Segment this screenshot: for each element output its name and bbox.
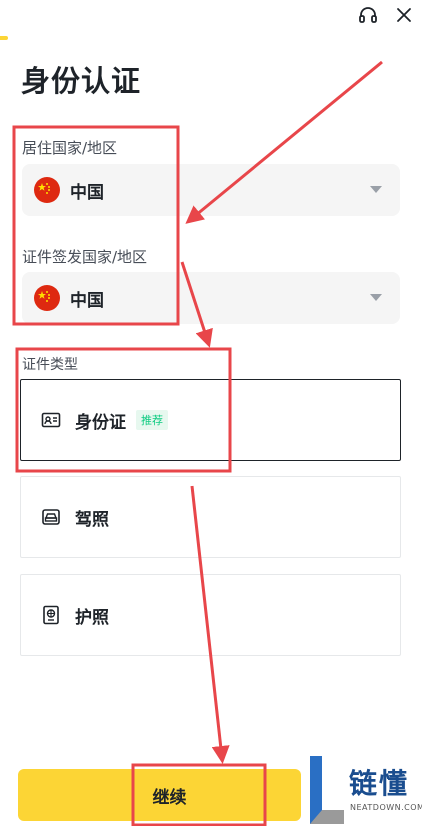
continue-label: 继续 <box>152 787 187 808</box>
watermark-logo: 链懂 NEATDOWN.COM <box>308 754 422 826</box>
issuing-label: 证件签发国家/地区 <box>22 248 148 266</box>
continue-button[interactable]: 继续 <box>18 769 301 821</box>
issuing-value: 中国 <box>70 290 104 311</box>
doc-option-label: 护照 <box>75 607 109 628</box>
recommended-badge: 推荐 <box>136 410 168 430</box>
residence-value: 中国 <box>70 182 104 203</box>
top-bar <box>0 0 422 32</box>
doc-option-id-card[interactable]: 身份证 推荐 <box>20 379 401 461</box>
passport-icon <box>43 605 59 625</box>
page-title: 身份认证 <box>21 64 142 98</box>
doc-option-label: 身份证 <box>75 412 126 433</box>
issuing-select[interactable]: 中国 <box>22 272 400 324</box>
doc-option-passport[interactable]: 护照 <box>20 574 401 656</box>
china-flag-icon <box>34 177 60 203</box>
residence-label: 居住国家/地区 <box>22 139 118 157</box>
close-icon[interactable] <box>393 4 415 26</box>
watermark-site: NEATDOWN.COM <box>350 803 422 812</box>
doc-type-label: 证件类型 <box>22 357 78 373</box>
car-icon <box>42 509 60 525</box>
china-flag-icon <box>34 285 60 311</box>
chevron-down-icon <box>370 186 382 193</box>
progress-indicator <box>0 36 8 40</box>
headset-icon[interactable] <box>357 4 379 26</box>
chevron-down-icon <box>370 294 382 301</box>
doc-option-label: 驾照 <box>75 509 109 530</box>
logo-l-icon <box>310 756 344 824</box>
watermark-brand: 链懂 <box>349 767 410 800</box>
id-card-icon <box>41 412 61 428</box>
doc-option-drivers-license[interactable]: 驾照 <box>20 476 401 558</box>
residence-select[interactable]: 中国 <box>22 164 400 216</box>
